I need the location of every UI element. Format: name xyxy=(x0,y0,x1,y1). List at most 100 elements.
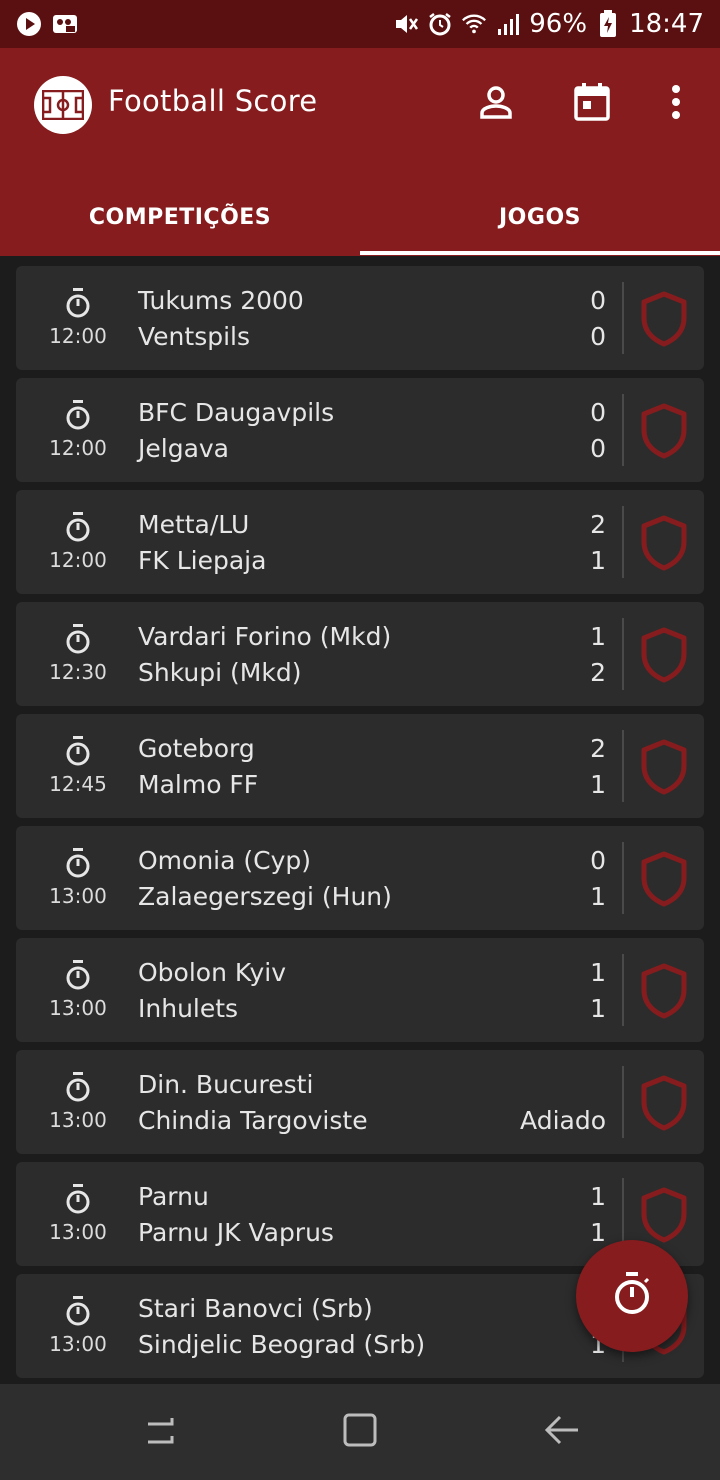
favorite-shield-icon[interactable] xyxy=(638,626,690,684)
away-team: Shkupi (Mkd) xyxy=(138,658,302,687)
match-list[interactable]: 12:00 Tukums 2000 Ventspils 0 0 12:00 BFC Daug… xyxy=(0,256,720,1384)
home-score: 1 xyxy=(590,958,606,987)
tab-competicoes[interactable]: COMPETIÇÕES xyxy=(0,178,360,256)
recent-apps-button[interactable] xyxy=(138,1410,182,1454)
divider xyxy=(622,954,624,1026)
away-team: Inhulets xyxy=(138,994,239,1023)
favorite-shield-icon[interactable] xyxy=(638,850,690,908)
home-team: Obolon Kyiv xyxy=(138,958,286,987)
favorite-shield-icon[interactable] xyxy=(638,514,690,572)
match-card[interactable]: 13:00 Din. Bucuresti Chindia Targoviste Adi… xyxy=(16,1050,704,1154)
favorite-shield-icon[interactable] xyxy=(638,402,690,460)
battery-percent: 96% xyxy=(529,9,588,39)
stopwatch-icon xyxy=(64,960,92,992)
away-score: 1 xyxy=(590,994,606,1023)
home-score: 0 xyxy=(590,398,606,427)
stopwatch-icon xyxy=(64,848,92,880)
match-card[interactable]: 13:00 Omonia (Cyp) Zalaegerszegi (Hun) 0 1 xyxy=(16,826,704,930)
stopwatch-icon xyxy=(64,624,92,656)
signal-icon xyxy=(495,11,521,37)
home-team: BFC Daugavpils xyxy=(138,398,335,427)
status-bar: 96% 18:47 xyxy=(0,0,720,48)
calendar-icon xyxy=(574,83,610,125)
match-time: 12:00 xyxy=(49,548,107,572)
match-time: 13:00 xyxy=(49,1332,107,1356)
home-icon xyxy=(342,1412,378,1452)
more-vert-icon xyxy=(671,84,681,124)
match-time: 12:45 xyxy=(49,772,107,796)
home-team: Parnu xyxy=(138,1182,209,1211)
app-bar: Football Score COMPETIÇÕES JOGOS xyxy=(0,48,720,256)
favorite-shield-icon[interactable] xyxy=(638,290,690,348)
divider xyxy=(622,394,624,466)
home-score: 1 xyxy=(590,1182,606,1211)
favorite-shield-icon[interactable] xyxy=(638,1074,690,1132)
home-score: 0 xyxy=(590,846,606,875)
home-team: Tukums 2000 xyxy=(138,286,304,315)
match-card[interactable]: 12:30 Vardari Forino (Mkd) Shkupi (Mkd) 1 2 xyxy=(16,602,704,706)
stopwatch-icon xyxy=(64,736,92,768)
divider xyxy=(622,618,624,690)
back-icon xyxy=(544,1414,580,1450)
home-team: Stari Banovci (Srb) xyxy=(138,1294,373,1323)
tab-indicator xyxy=(360,251,720,255)
match-card[interactable]: 12:00 Metta/LU FK Liepaja 2 1 xyxy=(16,490,704,594)
home-team: Vardari Forino (Mkd) xyxy=(138,622,392,651)
home-score: 2 xyxy=(590,734,606,763)
home-team: Omonia (Cyp) xyxy=(138,846,312,875)
favorite-shield-icon[interactable] xyxy=(638,962,690,1020)
stopwatch-icon xyxy=(64,1072,92,1104)
match-card[interactable]: 12:45 Goteborg Malmo FF 2 1 xyxy=(16,714,704,818)
away-score: 2 xyxy=(590,658,606,687)
away-team: Chindia Targoviste xyxy=(138,1106,368,1135)
match-time: 13:00 xyxy=(49,1220,107,1244)
away-score: 0 xyxy=(590,434,606,463)
home-score: 0 xyxy=(590,286,606,315)
mute-icon xyxy=(393,11,419,37)
match-time: 13:00 xyxy=(49,996,107,1020)
profile-button[interactable] xyxy=(474,82,518,126)
calendar-button[interactable] xyxy=(570,82,614,126)
divider xyxy=(622,842,624,914)
stopwatch-icon xyxy=(64,1296,92,1328)
home-score: 2 xyxy=(590,510,606,539)
away-team: Jelgava xyxy=(138,434,230,463)
back-button[interactable] xyxy=(540,1410,584,1454)
away-team: Malmo FF xyxy=(138,770,259,799)
match-card[interactable]: 13:00 Obolon Kyiv Inhulets 1 1 xyxy=(16,938,704,1042)
away-score: 1 xyxy=(590,546,606,575)
more-options-button[interactable] xyxy=(654,82,698,126)
away-team: Parnu JK Vaprus xyxy=(138,1218,334,1247)
match-time: 13:00 xyxy=(49,884,107,908)
match-card[interactable]: 12:00 Tukums 2000 Ventspils 0 0 xyxy=(16,266,704,370)
away-team: Zalaegerszegi (Hun) xyxy=(138,882,392,911)
home-button[interactable] xyxy=(338,1410,382,1454)
stopwatch-icon xyxy=(612,1272,652,1320)
home-team: Din. Bucuresti xyxy=(138,1070,314,1099)
away-score: 1 xyxy=(590,882,606,911)
alarm-icon xyxy=(427,11,453,37)
person-icon xyxy=(478,84,514,124)
away-team: FK Liepaja xyxy=(138,546,267,575)
away-score: 1 xyxy=(590,770,606,799)
stopwatch-icon xyxy=(64,512,92,544)
favorite-shield-icon[interactable] xyxy=(638,738,690,796)
away-team: Ventspils xyxy=(138,322,250,351)
play-icon xyxy=(16,11,42,37)
stopwatch-icon xyxy=(64,400,92,432)
app-title: Football Score xyxy=(108,84,318,118)
live-matches-fab[interactable] xyxy=(576,1240,688,1352)
system-nav-bar xyxy=(0,1384,720,1480)
divider xyxy=(622,1178,624,1250)
divider xyxy=(622,1066,624,1138)
away-score: 1 xyxy=(590,1218,606,1247)
match-time: 13:00 xyxy=(49,1108,107,1132)
battery-charging-icon xyxy=(595,10,621,37)
tab-jogos[interactable]: JOGOS xyxy=(360,178,720,256)
away-team: Sindjelic Beograd (Srb) xyxy=(138,1330,426,1359)
favorite-shield-icon[interactable] xyxy=(638,1186,690,1244)
voicemail-icon xyxy=(52,11,78,37)
away-score: 0 xyxy=(590,322,606,351)
home-team: Metta/LU xyxy=(138,510,250,539)
match-card[interactable]: 12:00 BFC Daugavpils Jelgava 0 0 xyxy=(16,378,704,482)
